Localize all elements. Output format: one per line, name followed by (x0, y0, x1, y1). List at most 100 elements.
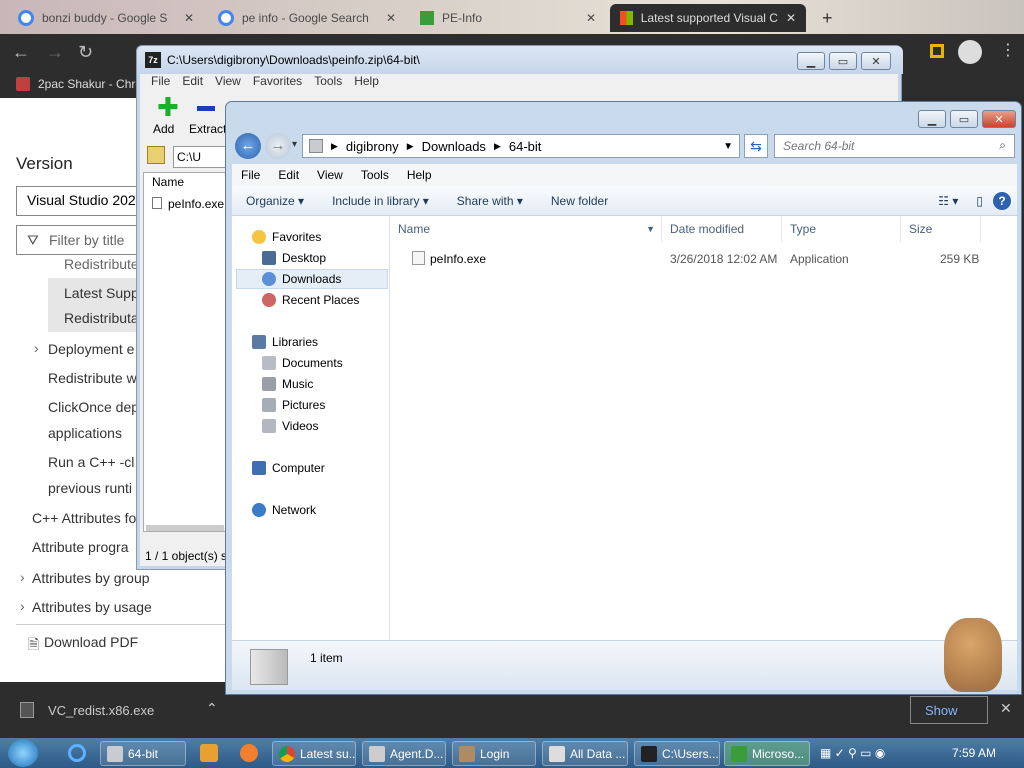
download-filename[interactable]: VC_redist.x86.exe (48, 703, 154, 718)
forward-icon[interactable]: → (265, 133, 291, 159)
7zip-path-input[interactable]: C:\U (173, 146, 229, 168)
column-name[interactable]: Name (152, 175, 184, 189)
chevron-right-icon[interactable]: › (20, 569, 25, 585)
menu-view[interactable]: View (209, 74, 247, 94)
minimize-button[interactable]: ▁ (918, 110, 946, 128)
nav-pictures[interactable]: Pictures (262, 398, 325, 412)
close-icon[interactable]: ✕ (586, 11, 596, 25)
profile-avatar[interactable] (958, 40, 982, 64)
menu-edit[interactable]: Edit (176, 74, 209, 94)
toc-item[interactable]: Redistribute w (48, 370, 137, 386)
search-input[interactable]: Search 64-bit ⌕ (774, 134, 1015, 158)
breadcrumb-digibrony[interactable]: digibrony (346, 139, 399, 154)
download-pdf-link[interactable]: Download PDF (44, 634, 138, 650)
toc-item[interactable]: Attribute progra (32, 539, 129, 555)
nav-computer[interactable]: Computer (252, 461, 325, 475)
include-in-library-button[interactable]: Include in library ▾ (318, 194, 443, 208)
tab-pe-info[interactable]: PE-Info ✕ (410, 4, 606, 32)
menu-favorites[interactable]: Favorites (247, 74, 308, 94)
new-tab-button[interactable]: + (812, 4, 842, 32)
back-icon[interactable]: ← (235, 133, 261, 159)
table-row[interactable]: peInfo.exe 3/26/2018 12:02 AM Applicatio… (390, 246, 990, 270)
nav-documents[interactable]: Documents (262, 356, 343, 370)
breadcrumb-64-bit[interactable]: 64-bit (509, 139, 542, 154)
close-button[interactable]: ✕ (861, 52, 891, 70)
breadcrumb-downloads[interactable]: Downloads (422, 139, 486, 154)
extract-button[interactable]: Extract (189, 122, 226, 136)
maximize-button[interactable]: ▭ (829, 52, 857, 70)
menu-file[interactable]: File (232, 168, 269, 182)
toc-item[interactable]: Redistribute (64, 256, 139, 272)
menu-edit[interactable]: Edit (269, 168, 308, 182)
tab-latest-visual-c[interactable]: Latest supported Visual C ✕ (610, 4, 806, 32)
tray-icons[interactable]: ▦ ✓ ⚲ ▭ ◉ (820, 746, 885, 760)
nav-downloads[interactable]: Downloads (262, 272, 341, 286)
recent-pages-icon[interactable]: ▾ (292, 139, 297, 150)
column-header-date-modified[interactable]: Date modified (662, 216, 782, 242)
toc-item[interactable]: applications (48, 425, 122, 441)
close-icon[interactable]: ✕ (184, 11, 194, 25)
address-bar[interactable]: ▶ digibrony ▶ Downloads ▶ 64-bit ▼ (302, 134, 740, 158)
tab-pe-info-search[interactable]: pe info - Google Search ✕ (208, 4, 406, 32)
view-options-icon[interactable]: ☷ ▾ (930, 194, 966, 208)
add-icon[interactable]: ✚ (157, 94, 179, 120)
up-folder-icon[interactable] (147, 146, 165, 164)
help-icon[interactable]: ? (993, 191, 1011, 210)
toc-item-selected[interactable]: Latest Supp (64, 285, 139, 301)
chevron-right-icon[interactable]: › (20, 598, 25, 614)
column-header-size[interactable]: Size (901, 216, 981, 242)
taskbar-all-data[interactable]: All Data ... (542, 741, 628, 766)
close-icon[interactable]: ✕ (1000, 700, 1012, 717)
toc-item[interactable]: ClickOnce dep (48, 399, 139, 415)
nav-network[interactable]: Network (252, 503, 316, 517)
7zip-file-item[interactable]: peInfo.exe (168, 197, 224, 211)
close-icon[interactable]: ✕ (386, 11, 396, 25)
menu-help[interactable]: Help (348, 74, 385, 94)
chevron-up-icon[interactable]: ⌃ (206, 700, 218, 717)
toc-item[interactable]: Run a C++ -cl (48, 454, 134, 470)
menu-help[interactable]: Help (398, 168, 441, 182)
menu-view[interactable]: View (308, 168, 352, 182)
toc-item[interactable]: Deployment e (48, 341, 134, 357)
nav-libraries[interactable]: Libraries (252, 335, 318, 349)
maximize-button[interactable]: ▭ (950, 110, 978, 128)
tab-bonzi[interactable]: bonzi buddy - Google S ✕ (8, 4, 204, 32)
nav-favorites[interactable]: Favorites (252, 230, 321, 244)
preview-pane-icon[interactable]: ▯ (966, 194, 993, 208)
toc-item[interactable]: previous runti (48, 480, 132, 496)
add-button[interactable]: Add (153, 122, 174, 136)
taskbar-microsoft[interactable]: Microso... (724, 741, 810, 766)
app-icon[interactable] (240, 744, 258, 762)
start-button[interactable] (8, 739, 38, 767)
toc-item[interactable]: Redistributa (64, 310, 139, 326)
nav-videos[interactable]: Videos (262, 419, 318, 433)
reload-icon[interactable]: ↻ (78, 42, 93, 63)
chevron-down-icon[interactable]: ▼ (723, 141, 733, 152)
close-button[interactable]: ✕ (982, 110, 1016, 128)
share-with-button[interactable]: Share with ▾ (443, 194, 537, 208)
back-icon[interactable]: ← (12, 42, 30, 63)
chevron-down-icon[interactable]: ▼ (646, 224, 655, 234)
extension-icon[interactable] (930, 44, 944, 58)
taskbar-explorer[interactable]: 64-bit (100, 741, 186, 766)
nav-desktop[interactable]: Desktop (262, 251, 326, 265)
refresh-icon[interactable]: ⇆ (744, 134, 768, 158)
nav-music[interactable]: Music (262, 377, 313, 391)
chevron-right-icon[interactable]: › (34, 340, 39, 356)
toc-item[interactable]: Attributes by group (32, 570, 150, 586)
taskbar-chrome[interactable]: Latest su... (272, 741, 356, 766)
minimize-button[interactable]: ▁ (797, 52, 825, 70)
toc-item[interactable]: Attributes by usage (32, 599, 152, 615)
menu-tools[interactable]: Tools (352, 168, 398, 182)
bookmark-2pac[interactable]: 2pac Shakur - Chro (38, 77, 142, 91)
forward-icon[interactable]: → (46, 42, 64, 63)
new-folder-button[interactable]: New folder (537, 194, 622, 208)
organize-button[interactable]: Organize ▾ (232, 194, 318, 208)
menu-icon[interactable]: ⋮ (1000, 40, 1016, 60)
nav-recent-places[interactable]: Recent Places (262, 293, 359, 307)
taskbar-login[interactable]: Login (452, 741, 536, 766)
taskbar-7zip[interactable]: C:\Users... (634, 741, 720, 766)
clock[interactable]: 7:59 AM (952, 746, 996, 760)
taskbar-agent[interactable]: Agent.D... (362, 741, 446, 766)
show-all-button[interactable]: Show (910, 696, 988, 724)
